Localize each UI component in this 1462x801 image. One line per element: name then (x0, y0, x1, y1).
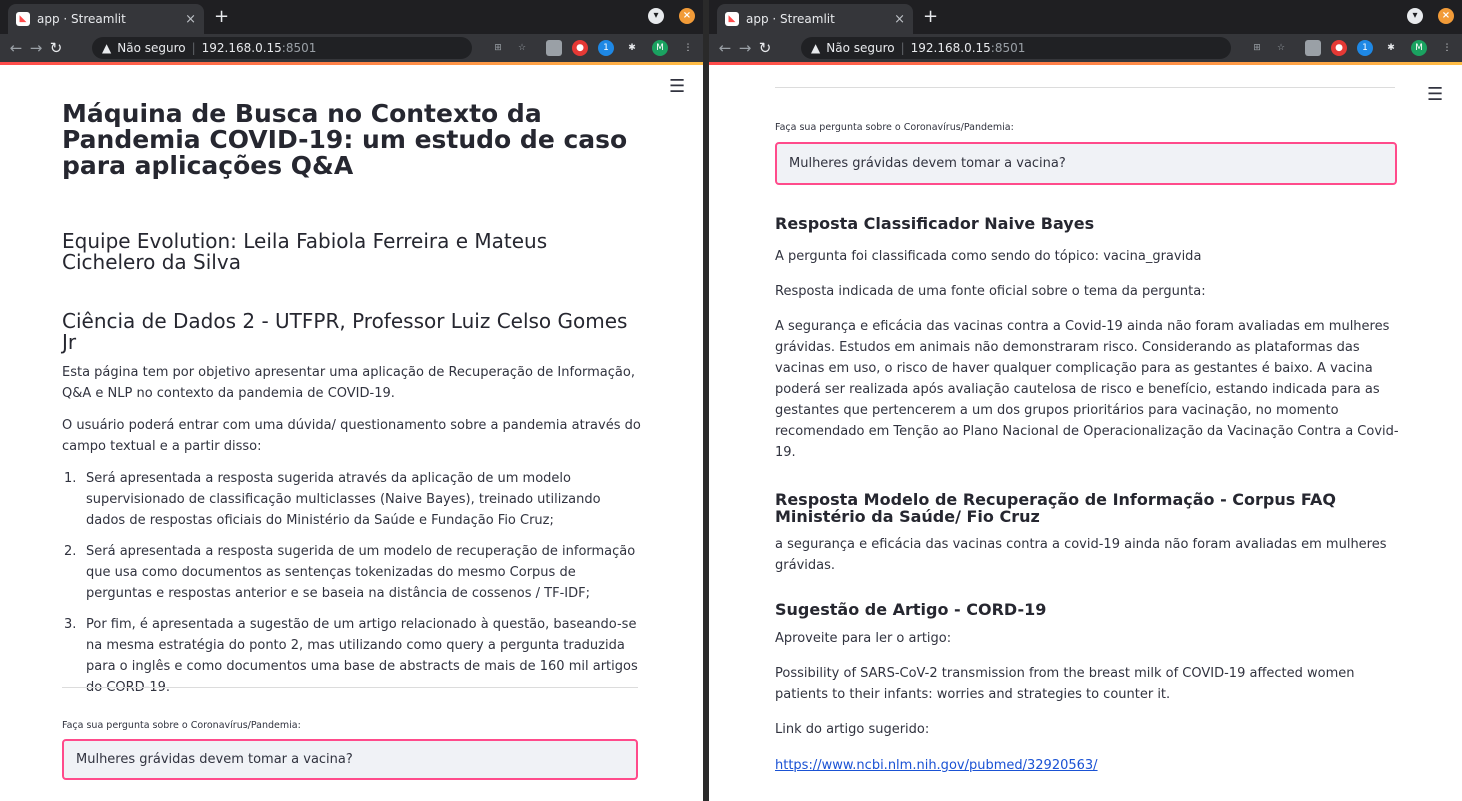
forward-icon[interactable]: → (26, 39, 46, 57)
naive-bayes-heading: Resposta Classificador Naive Bayes (775, 214, 1095, 233)
list-item: 3. Por fim, é apresentada a sugestão de u… (64, 617, 638, 695)
url-host: 192.168.0.15 (910, 41, 991, 55)
security-warning: Não seguro (826, 41, 895, 55)
profile-avatar[interactable]: M (1411, 40, 1427, 56)
streamlit-favicon-icon: ◣ (725, 12, 739, 26)
extension-badge-icon[interactable]: 1 (598, 40, 614, 56)
question-label: Faça sua pergunta sobre o Coronavírus/Pa… (62, 720, 301, 731)
tab-close-icon[interactable]: × (894, 12, 905, 27)
classified-topic-text: A pergunta foi classificada como sendo d… (775, 249, 1202, 264)
ublock-icon[interactable]: ● (1331, 40, 1347, 56)
right-browser-window: ◣ app · Streamlit × + ▾ × ← → ↻ ▲ Não se… (709, 0, 1462, 801)
translate-icon[interactable]: ⊞ (1249, 40, 1265, 56)
warning-icon: ▲ (811, 41, 821, 55)
browser-menu-icon[interactable]: ⋮ (1439, 40, 1455, 56)
list-item: 2. Será apresentada a resposta sugerida d… (64, 544, 636, 601)
window-close-icon[interactable]: × (1438, 8, 1454, 24)
url-port: :8501 (281, 41, 317, 55)
minimize-icon[interactable]: ▾ (1407, 8, 1423, 24)
extension-badge-icon[interactable]: 1 (1357, 40, 1373, 56)
extension-icon[interactable] (1305, 40, 1321, 56)
reload-icon[interactable]: ↻ (46, 39, 66, 57)
address-bar[interactable]: ▲ Não seguro | 192.168.0.15 :8501 (801, 37, 1231, 59)
address-toolbar: ← → ↻ ▲ Não seguro | 192.168.0.15 :8501 … (709, 34, 1462, 62)
official-source-text: Resposta indicada de uma fonte oficial s… (775, 284, 1206, 299)
article-heading: Sugestão de Artigo - CORD-19 (775, 600, 1047, 619)
browser-menu-icon[interactable]: ⋮ (680, 40, 696, 56)
tab-strip: ◣ app · Streamlit × + ▾ × (709, 0, 1462, 34)
new-tab-button[interactable]: + (923, 6, 938, 28)
tab-title: app · Streamlit (746, 12, 835, 26)
streamlit-favicon-icon: ◣ (16, 12, 30, 26)
tab-strip: ◣ app · Streamlit × + ▾ × (0, 0, 703, 34)
streamlit-menu-icon[interactable]: ☰ (1427, 84, 1443, 105)
reload-icon[interactable]: ↻ (755, 39, 775, 57)
url-host: 192.168.0.15 (201, 41, 282, 55)
article-title: Possibility of SARS-CoV-2 transmission f… (775, 666, 1355, 702)
list-item: 1. Será apresentada a resposta sugerida a… (64, 471, 601, 528)
article-link-label: Link do artigo sugerido: (775, 722, 930, 737)
new-tab-button[interactable]: + (214, 6, 229, 28)
address-bar[interactable]: ▲ Não seguro | 192.168.0.15 :8501 (92, 37, 472, 59)
intro-paragraph: Esta página tem por objetivo apresentar … (62, 365, 635, 401)
window-close-icon[interactable]: × (679, 8, 695, 24)
results-content: Resposta Classificador Naive Bayes A per… (775, 215, 1400, 773)
streamlit-decoration-bar (0, 62, 703, 65)
section-divider (62, 687, 638, 688)
security-warning: Não seguro (117, 41, 186, 55)
ublock-icon[interactable]: ● (572, 40, 588, 56)
puzzle-extensions-icon[interactable]: ✱ (1383, 40, 1399, 56)
address-separator: | (900, 41, 905, 55)
puzzle-extensions-icon[interactable]: ✱ (624, 40, 640, 56)
feature-list: 1. Será apresentada a resposta sugerida a… (62, 468, 642, 698)
bookmark-star-icon[interactable]: ☆ (1273, 40, 1289, 56)
question-label: Faça sua pergunta sobre o Coronavírus/Pa… (775, 122, 1014, 133)
article-link[interactable]: https://www.ncbi.nlm.nih.gov/pubmed/3292… (775, 758, 1098, 773)
left-main-content: Máquina de Busca no Contexto da Pandemia… (62, 101, 642, 708)
extension-icon[interactable] (546, 40, 562, 56)
address-toolbar: ← → ↻ ▲ Não seguro | 192.168.0.15 :8501 … (0, 34, 703, 62)
left-browser-window: ◣ app · Streamlit × + ▾ × ← → ↻ ▲ Não se… (0, 0, 703, 801)
browser-tab[interactable]: ◣ app · Streamlit × (717, 4, 913, 34)
streamlit-decoration-bar (709, 62, 1462, 65)
article-intro: Aproveite para ler o artigo: (775, 631, 952, 646)
naive-bayes-answer: A segurança e eficácia das vacinas contr… (775, 319, 1399, 460)
minimize-icon[interactable]: ▾ (648, 8, 664, 24)
question-input[interactable]: Mulheres grávidas devem tomar a vacina? (62, 739, 638, 780)
tab-close-icon[interactable]: × (185, 12, 196, 27)
team-heading: Equipe Evolution: Leila Fabiola Ferreira… (62, 229, 548, 274)
profile-avatar[interactable]: M (652, 40, 668, 56)
ir-model-heading: Resposta Modelo de Recuperação de Inform… (775, 490, 1336, 526)
page-title: Máquina de Busca no Contexto da Pandemia… (62, 99, 628, 180)
bookmark-star-icon[interactable]: ☆ (514, 40, 530, 56)
back-icon[interactable]: ← (715, 39, 735, 57)
tab-title: app · Streamlit (37, 12, 126, 26)
question-input[interactable]: Mulheres grávidas devem tomar a vacina? (775, 142, 1397, 185)
course-heading: Ciência de Dados 2 - UTFPR, Professor Lu… (62, 309, 628, 354)
section-divider (775, 87, 1395, 88)
article-link-row: https://www.ncbi.nlm.nih.gov/pubmed/3292… (775, 754, 1400, 773)
address-separator: | (191, 41, 196, 55)
usage-paragraph: O usuário poderá entrar com uma dúvida/ … (62, 418, 641, 454)
url-port: :8501 (990, 41, 1026, 55)
browser-tab[interactable]: ◣ app · Streamlit × (8, 4, 204, 34)
translate-icon[interactable]: ⊞ (490, 40, 506, 56)
warning-icon: ▲ (102, 41, 112, 55)
ir-model-answer: a segurança e eficácia das vacinas contr… (775, 537, 1387, 573)
back-icon[interactable]: ← (6, 39, 26, 57)
streamlit-menu-icon[interactable]: ☰ (669, 76, 685, 97)
forward-icon[interactable]: → (735, 39, 755, 57)
